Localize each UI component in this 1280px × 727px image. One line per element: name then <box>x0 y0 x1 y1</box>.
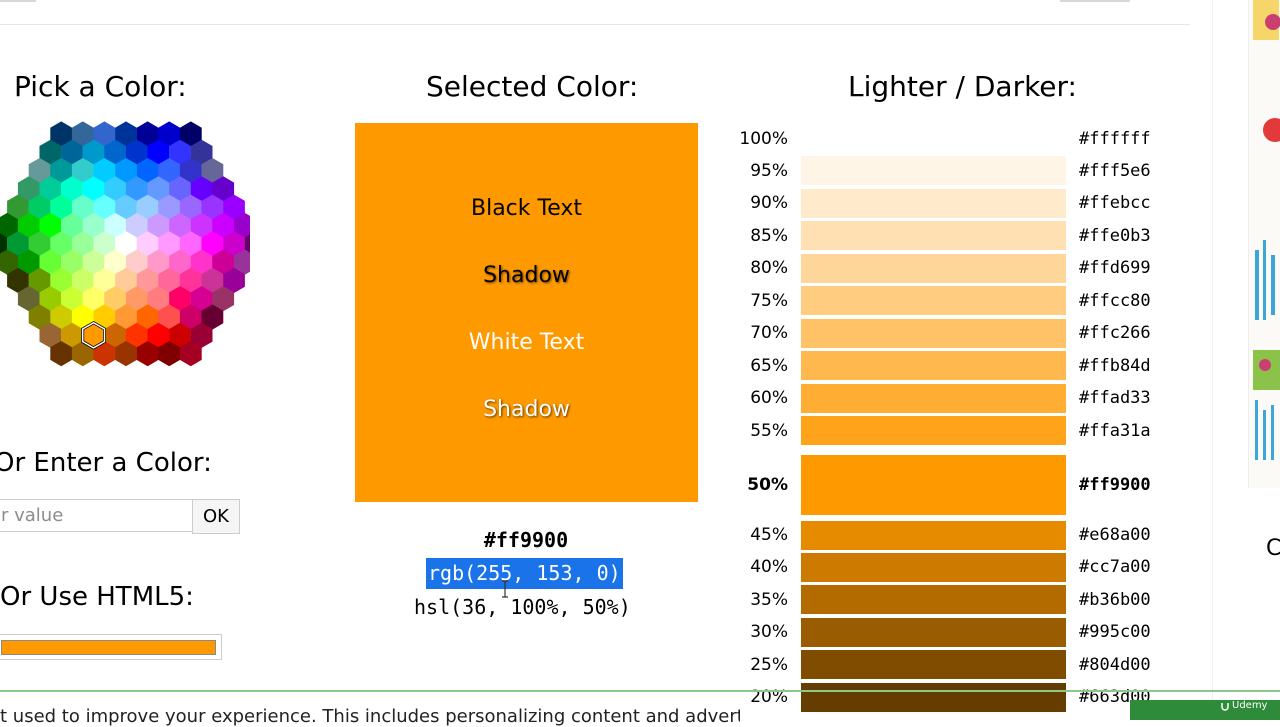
shade-hex: #995c00 <box>1079 622 1151 643</box>
shade-swatch[interactable] <box>801 552 1066 582</box>
shade-hex: #ffe0b3 <box>1079 225 1151 246</box>
top-tab-stub <box>1060 0 1130 2</box>
shade-swatch[interactable] <box>801 416 1066 446</box>
shade-swatch[interactable] <box>801 520 1066 550</box>
page-edge <box>1212 0 1213 720</box>
shade-swatch[interactable] <box>801 454 1066 515</box>
shade-percent: 80% <box>750 258 788 279</box>
side-letter: C <box>1266 536 1280 561</box>
white-text-sample: White Text <box>468 330 585 355</box>
black-text-sample: Black Text <box>470 196 582 221</box>
shade-hex: #ffcc80 <box>1079 290 1151 311</box>
shade-swatch[interactable] <box>801 682 1066 712</box>
hex-color-picker[interactable] <box>0 118 250 383</box>
text-cursor-icon <box>502 580 508 598</box>
selected-color-swatch: Black Text Shadow White Text Shadow <box>355 123 698 502</box>
shade-percent: 70% <box>750 323 788 344</box>
html5-color-input[interactable] <box>0 634 222 660</box>
hsl-value: hsl(36, 100%, 50%) <box>414 595 631 619</box>
shade-percent: 100% <box>739 128 788 149</box>
html5-color-swatch <box>1 640 216 655</box>
side-ad-banner[interactable] <box>1248 0 1280 488</box>
shade-percent: 35% <box>750 589 788 610</box>
shade-percent: 25% <box>750 654 788 675</box>
white-shadow-sample: Shadow <box>483 397 570 422</box>
shade-swatch[interactable] <box>801 318 1066 348</box>
shade-percent: 65% <box>750 355 788 376</box>
shade-swatch[interactable] <box>801 286 1066 316</box>
udemy-logo-icon <box>1221 703 1229 711</box>
shade-percent: 95% <box>750 160 788 181</box>
shade-hex: #ffa31a <box>1079 420 1151 441</box>
enter-color-heading: Or Enter a Color: <box>0 448 212 478</box>
shade-hex: #fff5e6 <box>1079 160 1151 181</box>
shade-hex: #ffad33 <box>1079 388 1151 409</box>
shade-swatch[interactable] <box>801 156 1066 186</box>
shade-percent: 55% <box>750 420 788 441</box>
shade-percent: 60% <box>750 388 788 409</box>
shade-swatch[interactable] <box>801 617 1066 647</box>
shade-hex: #ffd699 <box>1079 258 1151 279</box>
shade-hex: #ffffff <box>1079 128 1151 149</box>
shade-hex: #ff9900 <box>1079 474 1151 495</box>
shade-hex: #cc7a00 <box>1079 557 1151 578</box>
top-tab-stub <box>0 0 36 2</box>
html5-heading: Or Use HTML5: <box>0 582 194 612</box>
shade-swatch[interactable] <box>801 221 1066 251</box>
shade-swatch[interactable] <box>801 585 1066 615</box>
shade-percent: 50% <box>747 474 788 495</box>
shade-swatch[interactable] <box>801 650 1066 680</box>
pick-color-heading: Pick a Color: <box>14 70 187 103</box>
shade-percent: 40% <box>750 557 788 578</box>
selected-color-heading: Selected Color: <box>426 70 639 103</box>
header-divider <box>0 24 1190 25</box>
udemy-label: Udemy <box>1232 700 1268 711</box>
black-shadow-sample: Shadow <box>483 263 570 288</box>
rgb-value[interactable]: rgb(255, 153, 0) <box>426 558 623 589</box>
cookie-banner-text: t used to improve your experience. This … <box>0 706 740 727</box>
shade-swatch[interactable] <box>801 124 1066 153</box>
shade-hex: #ffebcc <box>1079 193 1151 214</box>
shade-swatch[interactable] <box>801 351 1066 381</box>
ad-illustration-icon <box>1253 0 1280 460</box>
shade-swatch[interactable] <box>801 188 1066 218</box>
shade-percent: 75% <box>750 290 788 311</box>
shade-hex: #804d00 <box>1079 654 1151 675</box>
shade-swatch[interactable] <box>801 253 1066 283</box>
cookie-banner-border <box>0 690 1280 692</box>
shade-hex: #ffb84d <box>1079 355 1151 376</box>
shade-percent: 45% <box>750 525 788 545</box>
shade-hex: #b36b00 <box>1079 589 1151 610</box>
lighter-darker-heading: Lighter / Darker: <box>848 70 1077 103</box>
shade-hex: #ffc266 <box>1079 323 1151 344</box>
shade-percent: 30% <box>750 622 788 643</box>
shade-percent: 85% <box>750 225 788 246</box>
shade-swatch[interactable] <box>801 383 1066 413</box>
shade-hex: #e68a00 <box>1079 525 1151 545</box>
shade-percent: 90% <box>750 193 788 214</box>
